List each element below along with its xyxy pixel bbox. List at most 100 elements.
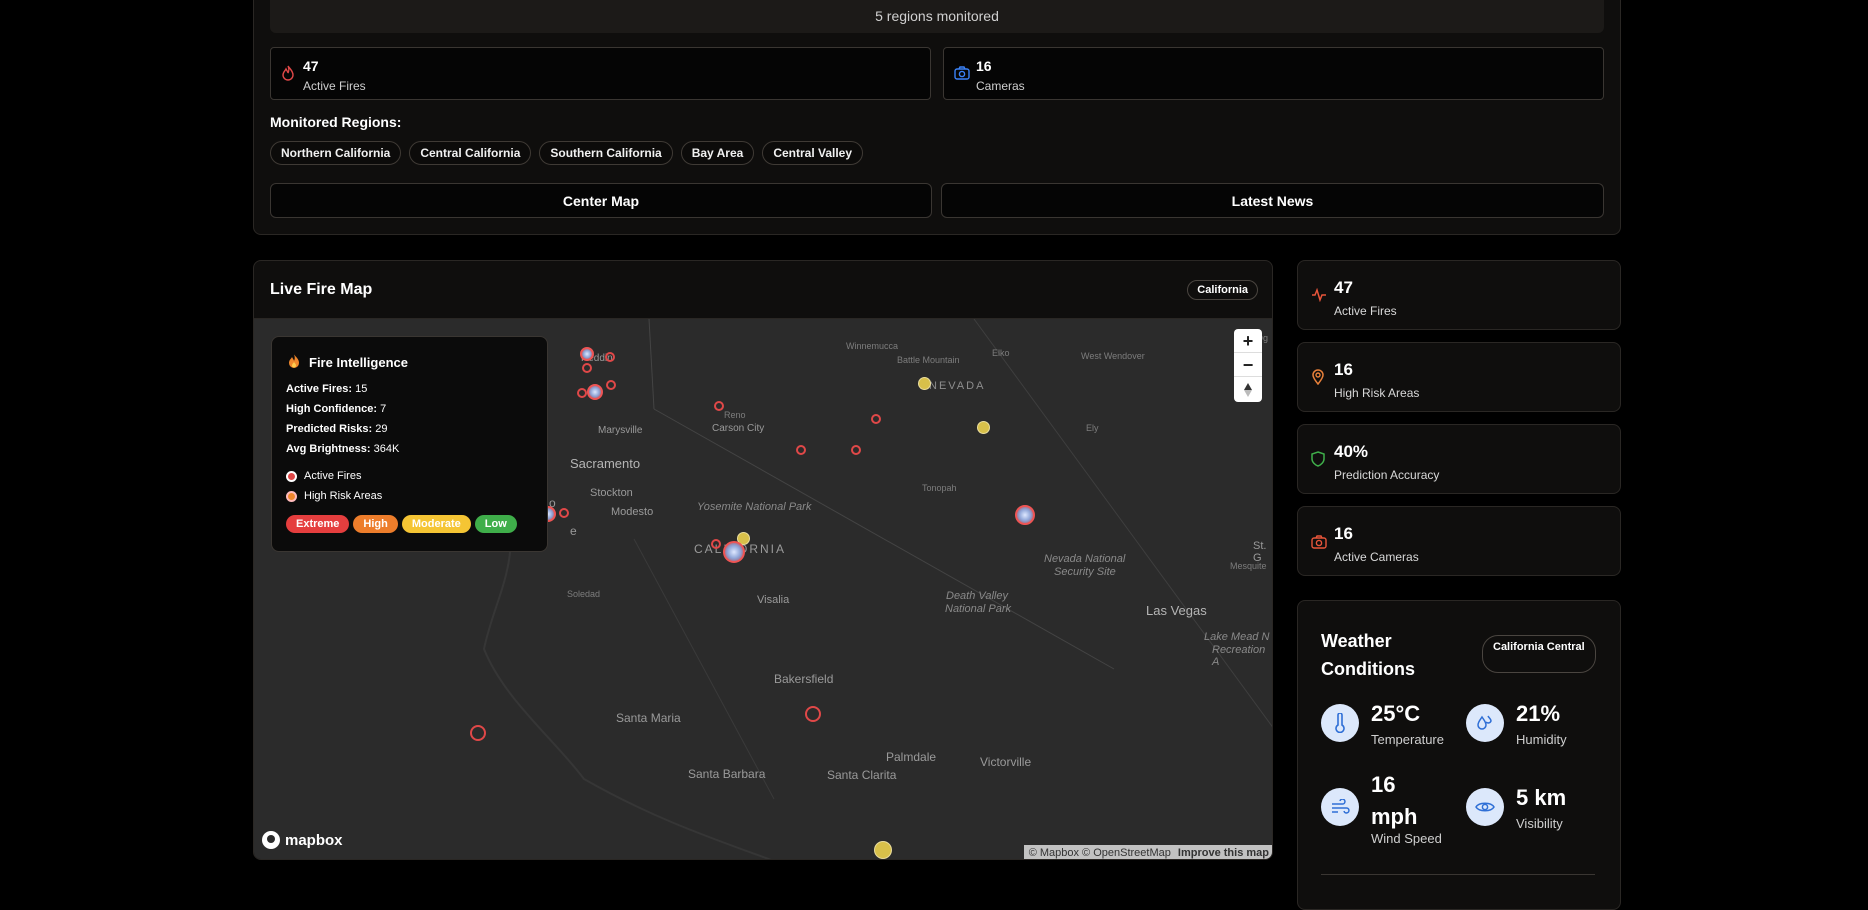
- severity-levels: Extreme High Moderate Low: [286, 514, 521, 533]
- label-ely: Ely: [1086, 423, 1099, 433]
- label-soledad: Soledad: [567, 589, 601, 599]
- latest-news-button[interactable]: Latest News: [941, 183, 1604, 218]
- intel-label: Avg Brightness:: [286, 443, 371, 455]
- camera-icon: [954, 66, 970, 85]
- legend-dot-icon: [286, 490, 297, 502]
- zoom-out-button[interactable]: −: [1234, 353, 1262, 377]
- fire-marker[interactable]: [470, 725, 486, 741]
- region-chip-central-california[interactable]: Central California: [409, 141, 532, 165]
- label-yosemite: Yosemite National Park: [697, 501, 812, 513]
- mapbox-logo[interactable]: mapbox: [262, 831, 343, 849]
- thermometer-icon: [1321, 704, 1359, 742]
- regions-monitored-text: 5 regions monitored: [875, 7, 999, 24]
- risk-marker[interactable]: [874, 841, 892, 859]
- right-active-fires-value: 47: [1334, 278, 1353, 297]
- label-death-valley: Death Valley: [946, 590, 1008, 602]
- fire-marker[interactable]: [871, 414, 881, 424]
- live-fire-map-card: Live Fire Map California Winnemucca Batt…: [253, 260, 1273, 860]
- fire-marker[interactable]: [805, 706, 821, 722]
- droplets-icon: [1466, 704, 1504, 742]
- label-palmdale: Palmdale: [886, 750, 937, 764]
- camera-marker[interactable]: [587, 384, 603, 400]
- legend-dot-icon: [286, 470, 297, 482]
- label-nevada: NEVADA: [929, 380, 986, 392]
- legend-label: High Risk Areas: [304, 490, 383, 502]
- region-chip-bay-area[interactable]: Bay Area: [680, 141, 755, 165]
- shield-icon: [1311, 451, 1325, 472]
- mapbox-logo-icon: [262, 831, 280, 849]
- camera-marker[interactable]: [723, 541, 745, 563]
- right-stat-active-fires: 47 Active Fires: [1297, 260, 1621, 330]
- label-elko: Elko: [992, 348, 1010, 358]
- map-canvas[interactable]: Winnemucca Battle Mountain Elko West Wen…: [254, 319, 1272, 859]
- legend-high-risk: High Risk Areas: [286, 490, 382, 502]
- right-cameras-value: 16: [1334, 524, 1353, 543]
- center-map-button[interactable]: Center Map: [270, 183, 932, 218]
- fire-marker[interactable]: [582, 363, 592, 373]
- weather-title: Weather Conditions: [1321, 631, 1415, 679]
- intel-row-predicted-risks: Predicted Risks: 29: [286, 423, 388, 435]
- wind-speed-label: Wind Speed: [1371, 831, 1442, 846]
- right-active-fires-label: Active Fires: [1334, 304, 1397, 318]
- camera-marker[interactable]: [1015, 505, 1035, 525]
- fire-marker[interactable]: [796, 445, 806, 455]
- label-modesto: Modesto: [611, 506, 654, 518]
- mapbox-logo-text: mapbox: [285, 831, 343, 849]
- active-fires-value: 47: [303, 58, 319, 74]
- fire-marker[interactable]: [605, 352, 615, 362]
- risk-marker[interactable]: [918, 377, 931, 390]
- temperature-label: Temperature: [1371, 732, 1444, 747]
- zoom-in-button[interactable]: +: [1234, 329, 1262, 353]
- camera-marker[interactable]: [580, 347, 594, 361]
- label-west-wendover: West Wendover: [1081, 351, 1145, 361]
- active-fires-label: Active Fires: [303, 79, 366, 93]
- risk-marker[interactable]: [977, 421, 990, 434]
- legend-label: Active Fires: [304, 470, 362, 482]
- level-extreme-pill: Extreme: [286, 515, 350, 533]
- flame-icon: [288, 354, 300, 374]
- label-death-valley-np: National Park: [945, 603, 1012, 615]
- improve-map-link[interactable]: Improve this map: [1178, 847, 1269, 859]
- label-sacramento: Sacramento: [570, 456, 641, 471]
- map-pin-icon: [1311, 369, 1325, 390]
- weather-location-badge[interactable]: California Central: [1482, 635, 1596, 673]
- fire-marker[interactable]: [851, 445, 861, 455]
- intel-label: Predicted Risks:: [286, 423, 373, 435]
- visibility-value: 5 km: [1516, 785, 1567, 810]
- label-santa-clarita: Santa Clarita: [827, 768, 897, 782]
- attribution-text[interactable]: © Mapbox © OpenStreetMap: [1029, 847, 1171, 859]
- right-prediction-value: 40%: [1334, 442, 1369, 461]
- intel-value: 15: [355, 383, 368, 395]
- region-chip-central-valley[interactable]: Central Valley: [762, 141, 864, 165]
- fire-marker[interactable]: [606, 380, 616, 390]
- intel-value: 7: [380, 403, 387, 415]
- label-visalia: Visalia: [757, 594, 790, 606]
- right-stat-high-risk: 16 High Risk Areas: [1297, 342, 1621, 412]
- wind-speed-value: 16 mph: [1371, 772, 1418, 829]
- camera-icon: [1311, 535, 1327, 554]
- right-high-risk-label: High Risk Areas: [1334, 386, 1420, 400]
- label-bakersfield: Bakersfield: [774, 672, 834, 686]
- compass-icon[interactable]: [1234, 377, 1262, 402]
- fire-marker[interactable]: [714, 401, 724, 411]
- cameras-label: Cameras: [976, 79, 1025, 93]
- map-header: Live Fire Map California: [254, 261, 1272, 319]
- wind-icon: [1321, 788, 1359, 826]
- level-low-pill: Low: [474, 515, 517, 533]
- label-lake-mead-rec: Recreation A: [1212, 644, 1266, 668]
- region-chip-southern-california[interactable]: Southern California: [539, 141, 673, 165]
- fire-marker[interactable]: [559, 508, 569, 518]
- label-security-site: Security Site: [1054, 566, 1116, 578]
- right-cameras-label: Active Cameras: [1334, 550, 1419, 564]
- fire-intelligence-panel: Fire Intelligence Active Fires: 15 High …: [271, 336, 548, 552]
- fire-marker[interactable]: [577, 388, 587, 398]
- fire-marker[interactable]: [711, 539, 721, 549]
- activity-icon: [1311, 287, 1327, 307]
- intel-value: 29: [375, 423, 388, 435]
- label-nevada-national: Nevada National: [1044, 553, 1126, 565]
- region-chip-northern-california[interactable]: Northern California: [270, 141, 402, 165]
- regions-count-bar: 5 regions monitored: [270, 0, 1604, 33]
- weather-card: Weather Conditions California Central 25…: [1297, 600, 1621, 910]
- intel-row-active-fires: Active Fires: 15: [286, 383, 367, 395]
- label-carson-city: Carson City: [712, 423, 765, 434]
